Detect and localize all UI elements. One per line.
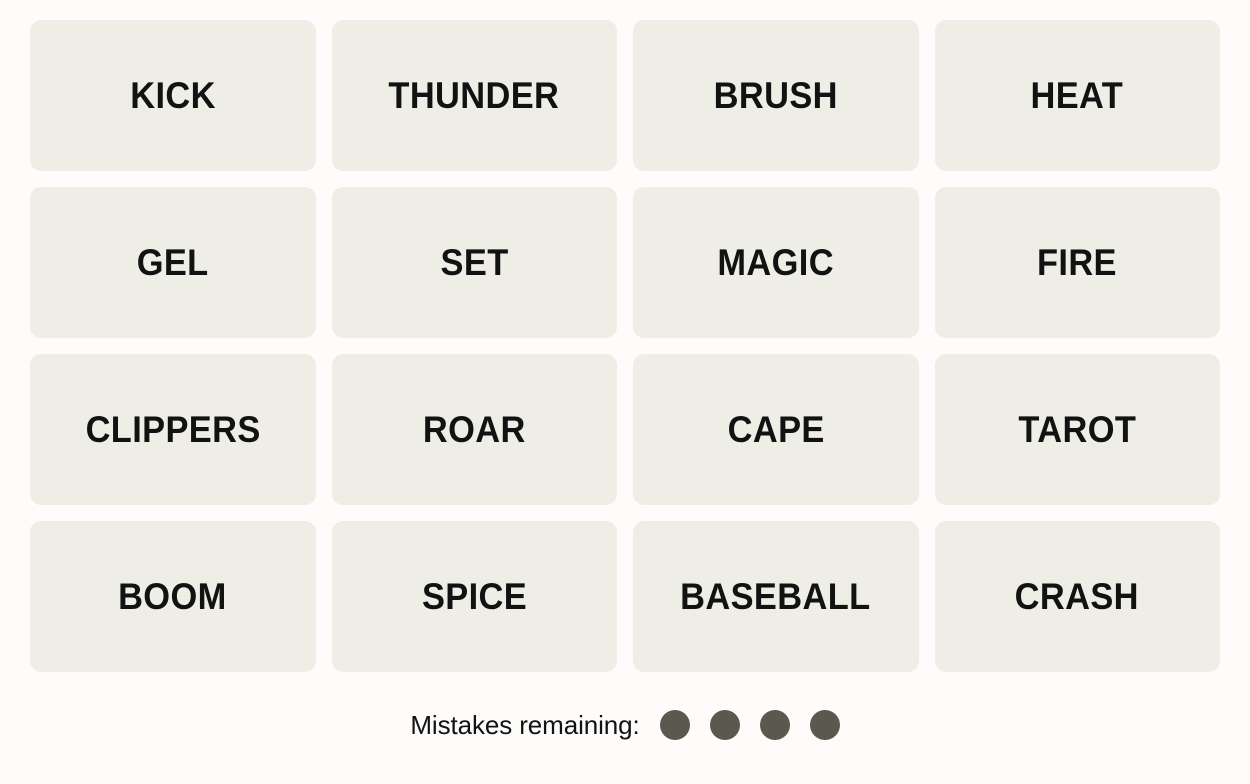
word-tile[interactable]: TAROT	[934, 354, 1220, 505]
mistake-dot-icon	[809, 710, 840, 740]
word-tile-label: ROAR	[422, 409, 526, 450]
mistakes-remaining-row: Mistakes remaining:	[30, 710, 1220, 740]
word-tile-label: KICK	[129, 75, 216, 116]
word-tile[interactable]: CAPE	[633, 354, 919, 505]
word-tile[interactable]: BOOM	[30, 521, 316, 672]
word-tile[interactable]: GEL	[30, 187, 316, 338]
mistakes-remaining-label: Mistakes remaining:	[410, 710, 640, 740]
word-tile-label: GEL	[136, 242, 209, 283]
word-tile-label: CRASH	[1015, 576, 1140, 617]
word-tile-label: BRUSH	[713, 75, 838, 116]
word-tile[interactable]: KICK	[30, 20, 316, 171]
word-tile-label: HEAT	[1030, 75, 1124, 116]
word-tile[interactable]: HEAT	[934, 20, 1220, 171]
word-tile[interactable]: ROAR	[331, 354, 617, 505]
word-tile[interactable]: MAGIC	[633, 187, 919, 338]
word-tile-label: BASEBALL	[680, 576, 871, 617]
word-tile[interactable]: CLIPPERS	[30, 354, 316, 505]
word-tile-label: FIRE	[1037, 242, 1118, 283]
word-tile-label: CLIPPERS	[85, 409, 261, 450]
word-tile[interactable]: BASEBALL	[633, 521, 919, 672]
mistakes-remaining-dots	[659, 710, 840, 740]
word-tile[interactable]: THUNDER	[331, 20, 617, 171]
word-tile-label: THUNDER	[388, 75, 560, 116]
word-tile[interactable]: BRUSH	[633, 20, 919, 171]
word-tile-label: MAGIC	[717, 242, 835, 283]
word-tile[interactable]: CRASH	[934, 521, 1220, 672]
word-tile-label: BOOM	[118, 576, 228, 617]
word-tile[interactable]: SPICE	[331, 521, 617, 672]
word-tile-label: SPICE	[421, 576, 527, 617]
word-tile-label: TAROT	[1018, 409, 1137, 450]
mistake-dot-icon	[659, 710, 690, 740]
word-tile[interactable]: FIRE	[934, 187, 1220, 338]
mistake-dot-icon	[709, 710, 740, 740]
word-tile-label: CAPE	[727, 409, 825, 450]
connections-game-board: KICK THUNDER BRUSH HEAT GEL SET MAGIC FIRE CLIPP…	[30, 20, 1220, 672]
mistake-dot-icon	[759, 710, 790, 740]
word-tile[interactable]: SET	[331, 187, 617, 338]
word-tile-label: SET	[440, 242, 509, 283]
